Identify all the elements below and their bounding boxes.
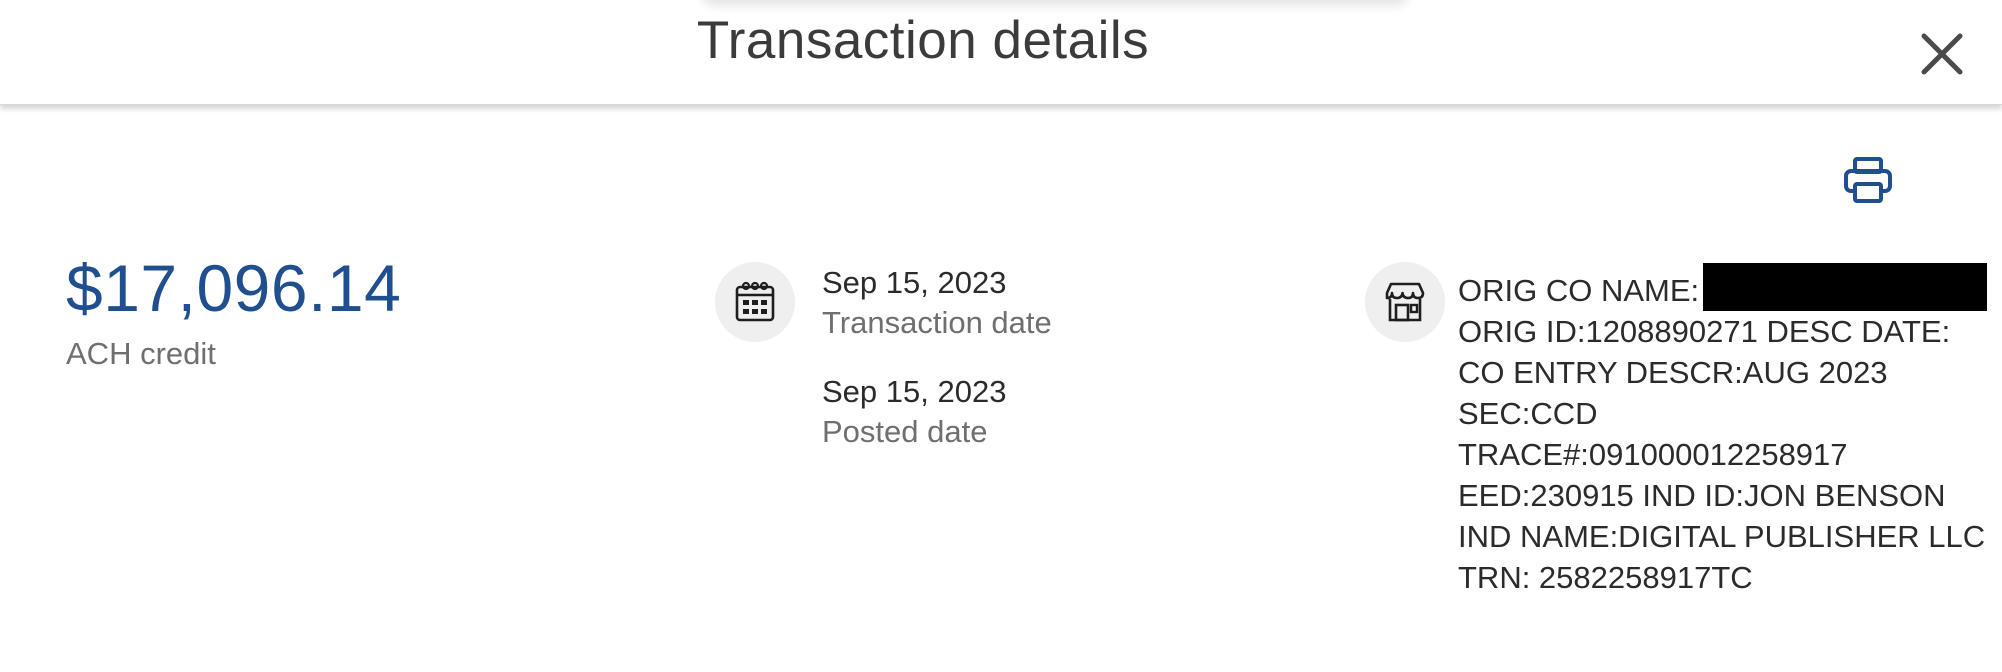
transaction-type: ACH credit <box>66 336 216 371</box>
calendar-badge <box>715 262 795 342</box>
page-title: Transaction details <box>696 11 1150 70</box>
description-line: ORIG ID:1208890271 DESC DATE: <box>1458 314 1951 349</box>
transaction-date-group: Sep 15, 2023 Transaction date <box>822 263 1052 343</box>
description-line: TRN: 2582258917TC <box>1458 560 1753 595</box>
transaction-description: ORIG CO NAME: ORIG ID:1208890271 DESC DA… <box>1458 263 1988 598</box>
orig-co-name-label: ORIG CO NAME: <box>1458 273 1700 308</box>
description-line: IND NAME:DIGITAL PUBLISHER LLC <box>1458 519 1986 554</box>
redacted-block <box>1703 263 1988 311</box>
close-button[interactable] <box>1918 30 1966 78</box>
description-line: ORIG CO NAME: <box>1458 263 1988 311</box>
description-line: CO ENTRY DESCR:AUG 2023 <box>1458 355 1888 390</box>
description-line: SEC:CCD <box>1458 396 1598 431</box>
printer-icon <box>1844 157 1892 203</box>
description-line: TRACE#:091000012258917 <box>1458 437 1848 472</box>
transaction-date-value: Sep 15, 2023 <box>822 265 1007 300</box>
storefront-icon <box>1385 282 1425 322</box>
posted-date-value: Sep 15, 2023 <box>822 374 1007 409</box>
merchant-badge <box>1365 262 1445 342</box>
description-line: EED:230915 IND ID:JON BENSON <box>1458 478 1946 513</box>
transaction-date-label: Transaction date <box>822 305 1052 340</box>
print-button[interactable] <box>1843 155 1893 205</box>
posted-date-group: Sep 15, 2023 Posted date <box>822 372 1006 452</box>
close-icon <box>1921 33 1963 75</box>
transaction-amount: $17,096.14 <box>66 251 402 325</box>
modal-header: Transaction details <box>0 0 2002 105</box>
posted-date-label: Posted date <box>822 414 988 449</box>
calendar-icon <box>735 281 775 322</box>
